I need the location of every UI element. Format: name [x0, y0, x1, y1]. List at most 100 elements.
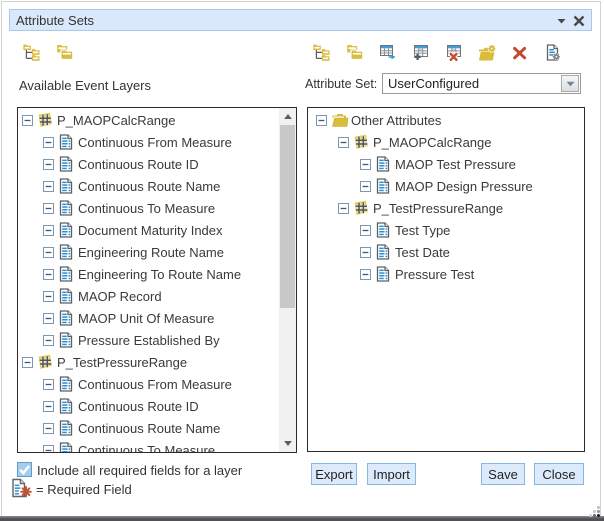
tree-expander-minus[interactable] [43, 269, 54, 280]
attribute-set-combobox[interactable]: UserConfigured [382, 73, 581, 94]
combobox-dropdown-button[interactable] [561, 75, 579, 92]
tree-expander-minus[interactable] [360, 269, 371, 280]
tree-item-label: Test Date [395, 244, 450, 260]
tree-expander-minus[interactable] [360, 225, 371, 236]
field-icon [58, 222, 74, 238]
scrollbar-down-button[interactable] [279, 435, 296, 452]
tree-expander-minus[interactable] [43, 181, 54, 192]
tree-expander-minus[interactable] [43, 445, 54, 454]
tree-expander-minus[interactable] [360, 247, 371, 258]
export-button[interactable]: Export [311, 463, 357, 485]
tree-item[interactable]: MAOP Record [18, 285, 279, 307]
tree-item-label: Other Attributes [351, 112, 441, 128]
close-dialog-button[interactable]: Close [534, 463, 584, 485]
tree-item[interactable]: Pressure Established By [18, 329, 279, 351]
window-border-right [600, 1, 601, 516]
tree-expander-minus[interactable] [360, 181, 371, 192]
tree-expander-minus[interactable] [43, 137, 54, 148]
tree-expander-minus[interactable] [22, 357, 33, 368]
tree-item[interactable]: Engineering Route Name [18, 241, 279, 263]
tree-expander-minus[interactable] [43, 225, 54, 236]
tree-expander-minus[interactable] [43, 291, 54, 302]
tree-item[interactable]: P_MAOPCalcRange [308, 131, 584, 153]
tree-expander-minus[interactable] [43, 247, 54, 258]
tree-item[interactable]: Continuous Route Name [18, 175, 279, 197]
folder-tree-icon [23, 44, 41, 62]
tree-item[interactable]: Continuous Route ID [18, 153, 279, 175]
delete-button[interactable] [511, 44, 529, 62]
tree-item[interactable]: Continuous From Measure [18, 131, 279, 153]
load-event-layers-button[interactable] [23, 44, 41, 62]
tree-item[interactable]: Continuous Route Name [18, 417, 279, 439]
tree-item-label: Continuous Route Name [78, 178, 220, 194]
include-required-fields-checkbox[interactable] [17, 462, 32, 477]
arrow-up-icon [284, 114, 292, 119]
tree-item-label: Pressure Test [395, 266, 474, 282]
tree-expander-minus[interactable] [43, 401, 54, 412]
tree-expander-minus[interactable] [22, 115, 33, 126]
tree-item[interactable]: Other Attributes [308, 109, 584, 131]
group-layers-button[interactable] [56, 44, 74, 62]
tree-item-label: MAOP Design Pressure [395, 178, 533, 194]
tree-item[interactable]: Continuous Route ID [18, 395, 279, 417]
chevron-down-icon [566, 81, 575, 87]
tree-expander-minus[interactable] [338, 203, 349, 214]
window-title: Attribute Sets [16, 13, 94, 28]
tree-expander-minus[interactable] [43, 379, 54, 390]
collapse-button[interactable] [553, 10, 569, 32]
tree-item-label: MAOP Unit Of Measure [78, 310, 214, 326]
tree-expander-minus[interactable] [43, 203, 54, 214]
tree-item[interactable]: Continuous From Measure [18, 373, 279, 395]
tree-item-label: Pressure Established By [78, 332, 220, 348]
save-button[interactable]: Save [481, 463, 525, 485]
tree-item-label: MAOP Test Pressure [395, 156, 516, 172]
tree-item[interactable]: Pressure Test [308, 263, 584, 285]
properties-button[interactable] [544, 44, 562, 62]
field-icon [58, 178, 74, 194]
folders-icon [56, 44, 74, 62]
include-required-fields-label: Include all required fields for a layer [37, 463, 242, 478]
remove-table-button[interactable] [445, 44, 463, 62]
tree-expander-minus[interactable] [43, 335, 54, 346]
tree-item[interactable]: Continuous To Measure [18, 439, 279, 453]
copy-attribute-set-button[interactable] [346, 44, 364, 62]
vertical-scrollbar[interactable] [279, 108, 296, 452]
tree-item[interactable]: MAOP Test Pressure [308, 153, 584, 175]
tree-item[interactable]: MAOP Design Pressure [308, 175, 584, 197]
tree-item[interactable]: Continuous To Measure [18, 197, 279, 219]
resize-grip-dot [589, 514, 592, 517]
tree-item[interactable]: Test Type [308, 219, 584, 241]
tree-expander-minus[interactable] [360, 159, 371, 170]
export-table-button[interactable] [379, 44, 397, 62]
field-icon [375, 266, 391, 282]
combobox-value: UserConfigured [388, 76, 479, 91]
tree-rows: P_MAOPCalcRange Continuous From Measure [18, 109, 279, 453]
tree-item[interactable]: Document Maturity Index [18, 219, 279, 241]
tree-expander-minus[interactable] [43, 313, 54, 324]
table-remove-icon [445, 44, 463, 62]
tree-item[interactable]: Engineering To Route Name [18, 263, 279, 285]
attribute-sets-dialog: Attribute Sets [0, 0, 604, 521]
scrollbar-thumb[interactable] [280, 125, 295, 308]
save-attribute-set-button[interactable] [478, 44, 496, 62]
tree-expander-minus[interactable] [316, 115, 327, 126]
new-attribute-set-button[interactable] [313, 44, 331, 62]
window-border-left [1, 1, 2, 516]
tree-item[interactable]: MAOP Unit Of Measure [18, 307, 279, 329]
tree-expander-minus[interactable] [43, 159, 54, 170]
tree-expander-minus[interactable] [338, 137, 349, 148]
titlebar[interactable]: Attribute Sets [9, 9, 592, 31]
tree-item[interactable]: Test Date [308, 241, 584, 263]
field-icon [58, 244, 74, 260]
tree-item[interactable]: P_MAOPCalcRange [18, 109, 279, 131]
close-button[interactable] [571, 10, 587, 32]
tree-expander-minus[interactable] [43, 423, 54, 434]
table-export-icon [379, 44, 397, 62]
field-icon [58, 420, 74, 436]
tree-item[interactable]: P_TestPressureRange [18, 351, 279, 373]
add-table-button[interactable] [412, 44, 430, 62]
tree-item[interactable]: P_TestPressureRange [308, 197, 584, 219]
import-button[interactable]: Import [367, 463, 416, 485]
scrollbar-up-button[interactable] [279, 108, 296, 125]
field-icon [58, 266, 74, 282]
